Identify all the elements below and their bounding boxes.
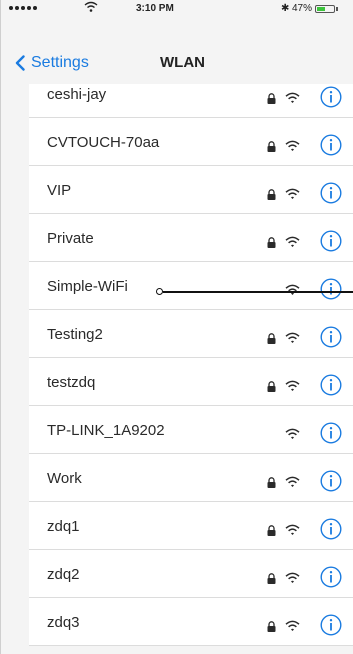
wifi-icon (285, 379, 300, 391)
network-name: testzdq (47, 374, 96, 391)
wifi-icon (285, 187, 300, 199)
wifi-icon (285, 427, 300, 439)
network-name: VIP (47, 182, 72, 199)
signal-strength-icon (9, 6, 37, 10)
lock-icon (267, 619, 276, 632)
status-time: 3:10 PM (136, 3, 174, 14)
battery-percentage: 47% (292, 3, 313, 14)
network-row[interactable]: CVTOUCH-70aa (29, 118, 353, 166)
network-name: ceshi-jay (47, 86, 107, 103)
back-button-label: Settings (31, 54, 89, 71)
status-wifi-icon (84, 1, 98, 12)
lock-icon (267, 139, 276, 152)
info-icon[interactable] (320, 614, 342, 636)
bluetooth-icon: ✱ (281, 3, 290, 14)
lock-icon (267, 235, 276, 248)
callout-line (163, 291, 353, 293)
wifi-icon (285, 283, 300, 295)
info-icon[interactable] (320, 278, 342, 300)
network-row[interactable]: Simple-WiFi (29, 262, 353, 310)
network-row[interactable]: Testing2 (29, 310, 353, 358)
info-icon[interactable] (320, 134, 342, 156)
wifi-icon (285, 91, 300, 103)
wifi-icon (285, 139, 300, 151)
network-name: TP-LINK_1A9202 (47, 422, 165, 439)
info-icon[interactable] (320, 470, 342, 492)
network-name: Testing2 (47, 326, 103, 343)
lock-icon (267, 91, 276, 104)
wifi-icon (285, 619, 300, 631)
network-name: Work (47, 470, 82, 487)
battery-tip (336, 7, 338, 11)
lock-icon (267, 379, 276, 392)
page-title: WLAN (160, 54, 205, 71)
phone-screen: 3:10 PM ✱ 47% Settings WLAN ceshi-jay CVT… (0, 0, 353, 654)
back-button[interactable]: Settings (15, 50, 89, 76)
network-row[interactable]: VIP (29, 166, 353, 214)
network-row[interactable]: TP-LINK_1A9202 (29, 406, 353, 454)
info-icon[interactable] (320, 422, 342, 444)
navigation-bar: Settings WLAN (1, 40, 353, 84)
lock-icon (267, 571, 276, 584)
info-icon[interactable] (320, 326, 342, 348)
lock-icon (267, 475, 276, 488)
network-row[interactable]: ceshi-jay (29, 84, 353, 118)
network-row[interactable]: Private (29, 214, 353, 262)
network-name: zdq1 (47, 518, 80, 535)
network-name: zdq3 (47, 614, 80, 631)
network-name: CVTOUCH-70aa (47, 134, 160, 151)
wifi-icon (285, 331, 300, 343)
info-icon[interactable] (320, 566, 342, 588)
info-icon[interactable] (320, 230, 342, 252)
lock-icon (267, 523, 276, 536)
wifi-icon (285, 235, 300, 247)
network-name: Private (47, 230, 94, 247)
info-icon[interactable] (320, 374, 342, 396)
network-name: zdq2 (47, 566, 80, 583)
network-row[interactable]: testzdq (29, 358, 353, 406)
network-row[interactable]: zdq3 (29, 598, 353, 646)
network-list: ceshi-jay CVTOUCH-70aa VIP Private Simple-Wi… (29, 84, 353, 646)
info-icon[interactable] (320, 86, 342, 108)
battery-level-fill (317, 7, 325, 11)
chevron-left-icon (15, 55, 25, 71)
callout-marker (156, 288, 163, 295)
status-bar: 3:10 PM ✱ 47% (1, 0, 353, 40)
network-row[interactable]: zdq2 (29, 550, 353, 598)
wifi-icon (285, 523, 300, 535)
wifi-icon (285, 475, 300, 487)
info-icon[interactable] (320, 182, 342, 204)
lock-icon (267, 331, 276, 344)
info-icon[interactable] (320, 518, 342, 540)
battery-icon (315, 5, 335, 13)
network-row[interactable]: Work (29, 454, 353, 502)
lock-icon (267, 187, 276, 200)
wifi-icon (285, 571, 300, 583)
network-row[interactable]: zdq1 (29, 502, 353, 550)
network-name: Simple-WiFi (47, 278, 128, 295)
